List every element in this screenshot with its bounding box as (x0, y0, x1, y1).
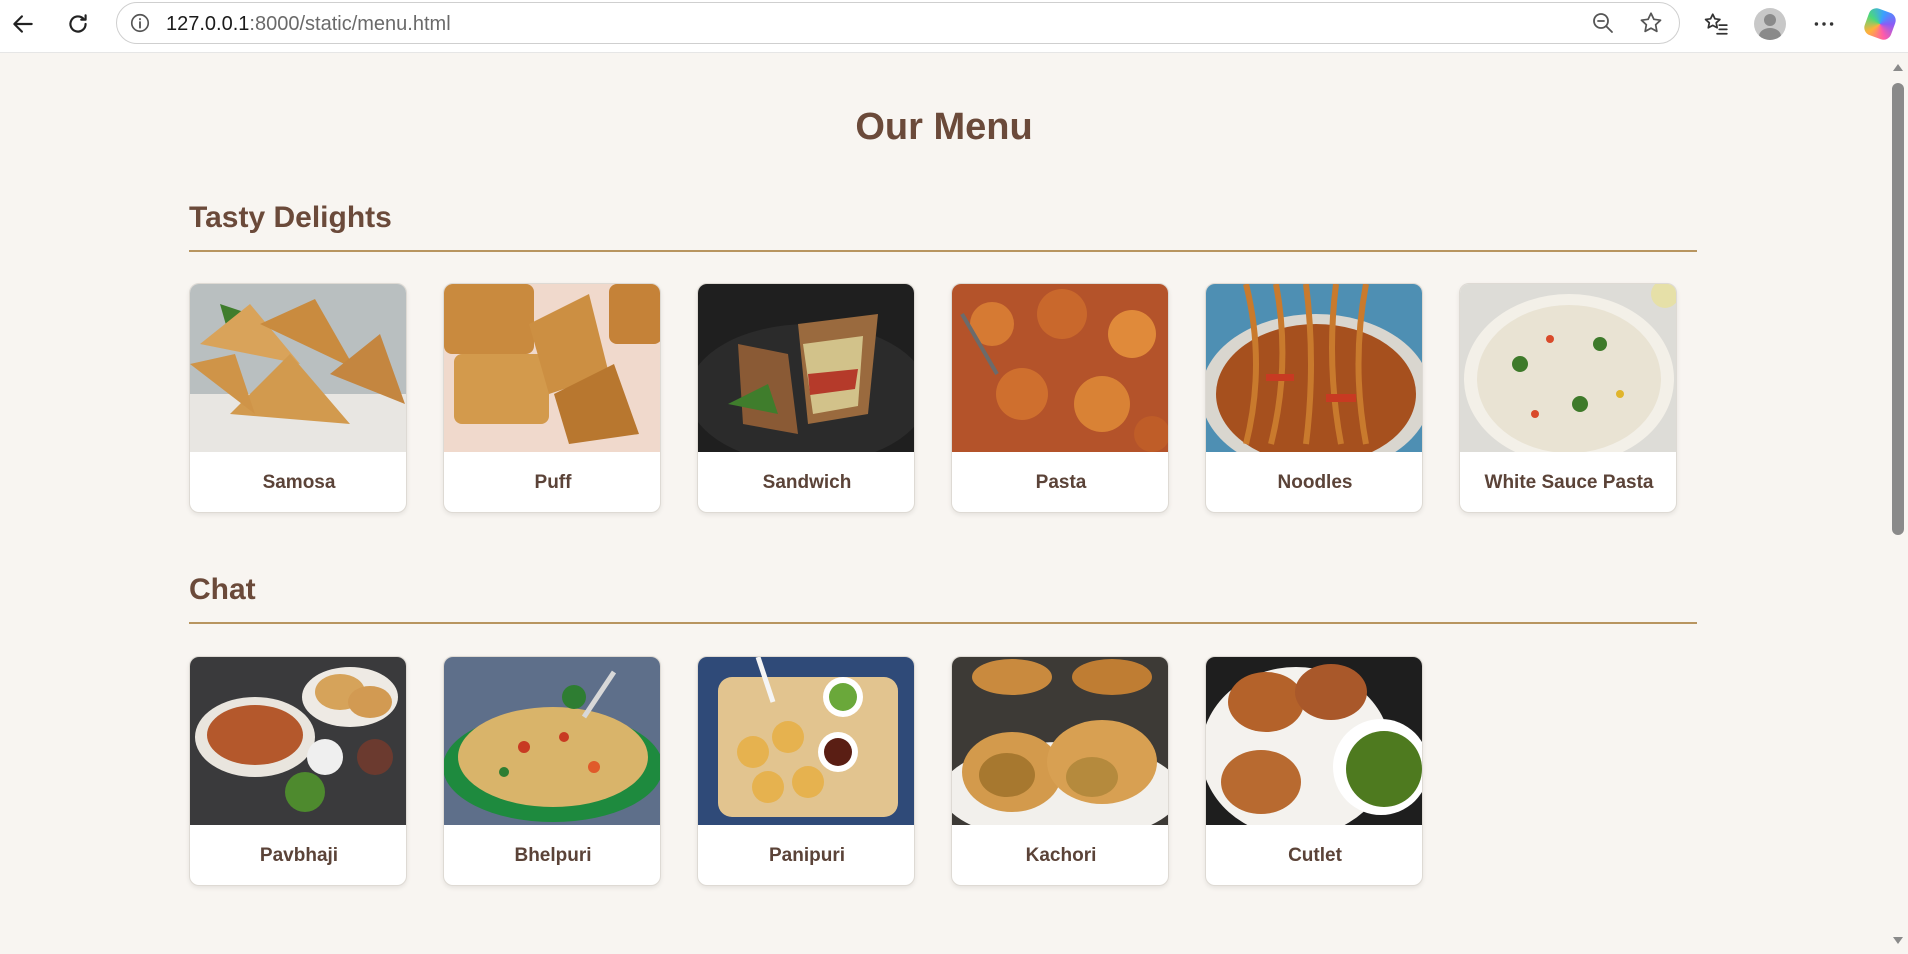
menu-card-kachori[interactable]: Kachori (951, 656, 1169, 886)
scrollbar-thumb[interactable] (1892, 83, 1904, 535)
refresh-button[interactable] (60, 6, 96, 42)
pasta-image (952, 284, 1168, 452)
white-sauce-pasta-image (1460, 284, 1676, 452)
zoom-out-icon[interactable] (1591, 11, 1615, 40)
menu-item-label: White Sauce Pasta (1484, 472, 1654, 493)
menu-item-label: Panipuri (768, 845, 845, 866)
menu-card-pasta[interactable]: Pasta (951, 283, 1169, 513)
address-bar[interactable]: 127.0.0.1:8000/static/menu.html (116, 2, 1680, 44)
browser-toolbar: 127.0.0.1:8000/static/menu.html (0, 0, 1908, 53)
back-arrow-icon (13, 15, 33, 33)
samosa-image (190, 284, 406, 452)
copilot-button[interactable] (1862, 6, 1898, 42)
favorites-icon[interactable] (1698, 6, 1734, 42)
menu-item-label: Noodles (1277, 472, 1353, 493)
menu-card-white-sauce-pasta[interactable]: White Sauce Pasta (1459, 283, 1677, 513)
pavbhaji-image (190, 657, 406, 825)
section-divider (189, 250, 1697, 252)
page-scrollbar[interactable] (1888, 53, 1908, 954)
menu-card-noodles[interactable]: Noodles (1205, 283, 1423, 513)
favorite-star-icon[interactable] (1638, 10, 1664, 41)
menu-card-pavbhaji[interactable]: Pavbhaji (189, 656, 407, 886)
url-path: :8000/static/menu.html (249, 13, 451, 35)
section-divider (189, 622, 1697, 624)
panipuri-image (698, 657, 914, 825)
page-title: Our Menu (855, 106, 1033, 148)
refresh-icon (69, 14, 87, 33)
scroll-down-arrow-icon[interactable] (1893, 937, 1903, 944)
menu-item-label: Pasta (1035, 472, 1087, 493)
menu-card-samosa[interactable]: Samosa (189, 283, 407, 513)
menu-item-label: Sandwich (762, 472, 852, 493)
sandwich-image (698, 284, 914, 452)
menu-item-label: Samosa (262, 472, 336, 493)
copilot-icon (1862, 6, 1898, 42)
menu-page: Our Menu Tasty Delights Samosa Puff Sand… (0, 53, 1888, 954)
menu-item-label: Kachori (1025, 845, 1097, 866)
menu-item-label: Bhelpuri (514, 845, 592, 866)
kachori-image (952, 657, 1168, 825)
puff-image (444, 284, 660, 452)
menu-card-cutlet[interactable]: Cutlet (1205, 656, 1423, 886)
menu-item-label: Pavbhaji (259, 845, 339, 866)
url-text[interactable]: 127.0.0.1:8000/static/menu.html (166, 13, 451, 36)
menu-card-bhelpuri[interactable]: Bhelpuri (443, 656, 661, 886)
section-title-chat: Chat (189, 573, 256, 606)
menu-item-label: Cutlet (1288, 845, 1342, 866)
avatar-icon (1754, 8, 1786, 40)
more-menu-icon[interactable] (1806, 6, 1842, 42)
menu-item-label: Puff (534, 472, 572, 493)
cutlet-image (1206, 657, 1422, 825)
url-host: 127.0.0.1 (166, 13, 250, 35)
menu-card-panipuri[interactable]: Panipuri (697, 656, 915, 886)
site-info-icon[interactable] (129, 12, 151, 39)
menu-card-puff[interactable]: Puff (443, 283, 661, 513)
noodles-image (1206, 284, 1422, 452)
scroll-up-arrow-icon[interactable] (1893, 64, 1903, 71)
section-title-tasty-delights: Tasty Delights (189, 201, 392, 234)
bhelpuri-image (444, 657, 660, 825)
back-button[interactable] (5, 6, 41, 42)
profile-avatar[interactable] (1752, 6, 1788, 42)
menu-card-sandwich[interactable]: Sandwich (697, 283, 915, 513)
